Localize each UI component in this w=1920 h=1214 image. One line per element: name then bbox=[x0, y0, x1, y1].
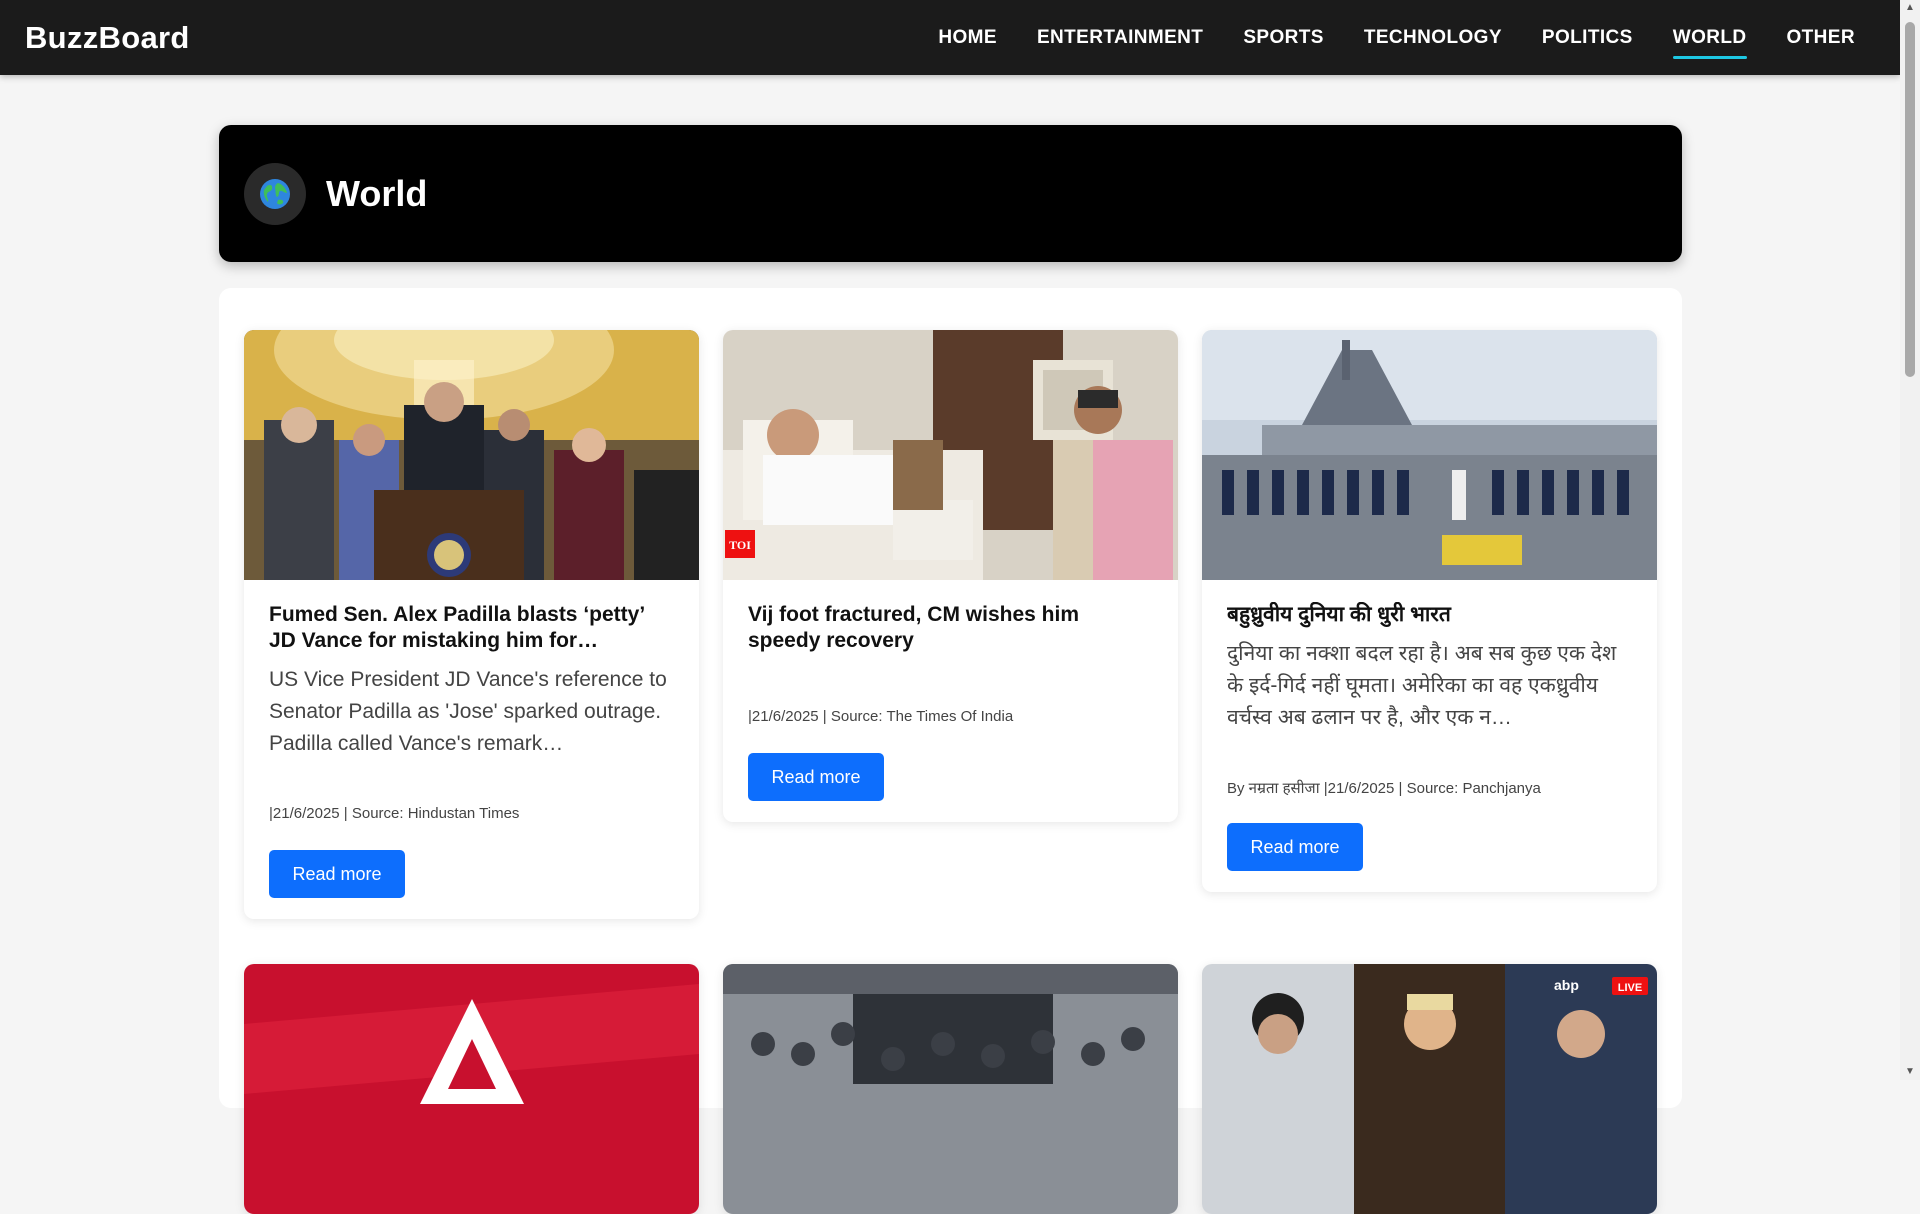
article-image[interactable] bbox=[723, 964, 1178, 1214]
nav-item-technology[interactable]: TECHNOLOGY bbox=[1364, 23, 1502, 53]
article-description: US Vice President JD Vance's reference t… bbox=[269, 668, 667, 755]
article-image[interactable]: abp LIVE bbox=[1202, 964, 1657, 1214]
article-title[interactable]: Fumed Sen. Alex Padilla blasts ‘petty’ J… bbox=[269, 602, 674, 654]
article-card bbox=[244, 964, 699, 1214]
abp-logo: abp bbox=[1554, 977, 1579, 993]
globe-icon bbox=[244, 163, 306, 225]
navbar: BuzzBoard HOME ENTERTAINMENT SPORTS TECH… bbox=[0, 0, 1900, 75]
toi-badge: TOI bbox=[729, 538, 751, 552]
article-image[interactable] bbox=[244, 330, 699, 580]
article-image[interactable] bbox=[1202, 330, 1657, 580]
article-title[interactable]: Vij foot fractured, CM wishes him speedy… bbox=[748, 602, 1153, 654]
scroll-down-arrow-icon[interactable]: ▼ bbox=[1900, 1064, 1920, 1080]
article-meta: |21/6/2025 | Source: The Times Of India bbox=[748, 708, 1014, 725]
article-card: abp LIVE bbox=[1202, 964, 1657, 1214]
nav-item-home[interactable]: HOME bbox=[938, 23, 997, 53]
scroll-thumb[interactable] bbox=[1905, 22, 1915, 377]
article-card bbox=[723, 964, 1178, 1214]
article-description: दुनिया का नक्शा बदल रहा है। अब सब कुछ एक… bbox=[1227, 642, 1617, 729]
page-scrollbar[interactable]: ▲ ▼ bbox=[1900, 0, 1920, 1080]
article-card: बहुध्रुवीय दुनिया की धुरी भारत दुनिया का… bbox=[1202, 330, 1657, 892]
nav-item-sports[interactable]: SPORTS bbox=[1243, 23, 1324, 53]
nav-menu: HOME ENTERTAINMENT SPORTS TECHNOLOGY POL… bbox=[938, 0, 1855, 75]
articles-panel: Fumed Sen. Alex Padilla blasts ‘petty’ J… bbox=[219, 288, 1682, 1214]
nav-item-politics[interactable]: POLITICS bbox=[1542, 23, 1633, 53]
article-card: Fumed Sen. Alex Padilla blasts ‘petty’ J… bbox=[244, 330, 699, 919]
article-title[interactable]: बहुध्रुवीय दुनिया की धुरी भारत bbox=[1227, 602, 1632, 628]
nav-item-world[interactable]: WORLD bbox=[1672, 23, 1747, 59]
scroll-up-arrow-icon[interactable]: ▲ bbox=[1900, 0, 1920, 16]
brand-logo[interactable]: BuzzBoard bbox=[25, 0, 190, 75]
nav-item-entertainment[interactable]: ENTERTAINMENT bbox=[1037, 23, 1203, 53]
article-card: TOI Vij foot fractured, CM wishes him sp… bbox=[723, 330, 1178, 822]
read-more-button[interactable]: Read more bbox=[748, 753, 884, 801]
article-meta: |21/6/2025 | Source: Hindustan Times bbox=[269, 805, 520, 822]
read-more-button[interactable]: Read more bbox=[269, 850, 405, 898]
category-title: World bbox=[326, 173, 428, 214]
nav-item-other[interactable]: OTHER bbox=[1787, 23, 1856, 53]
article-image[interactable] bbox=[244, 964, 699, 1214]
article-meta: By नम्रता हसीजा |21/6/2025 | Source: Pan… bbox=[1227, 780, 1541, 797]
category-banner: World bbox=[219, 125, 1682, 262]
article-image[interactable]: TOI bbox=[723, 330, 1178, 580]
live-badge: LIVE bbox=[1618, 982, 1642, 994]
read-more-button[interactable]: Read more bbox=[1227, 823, 1363, 871]
